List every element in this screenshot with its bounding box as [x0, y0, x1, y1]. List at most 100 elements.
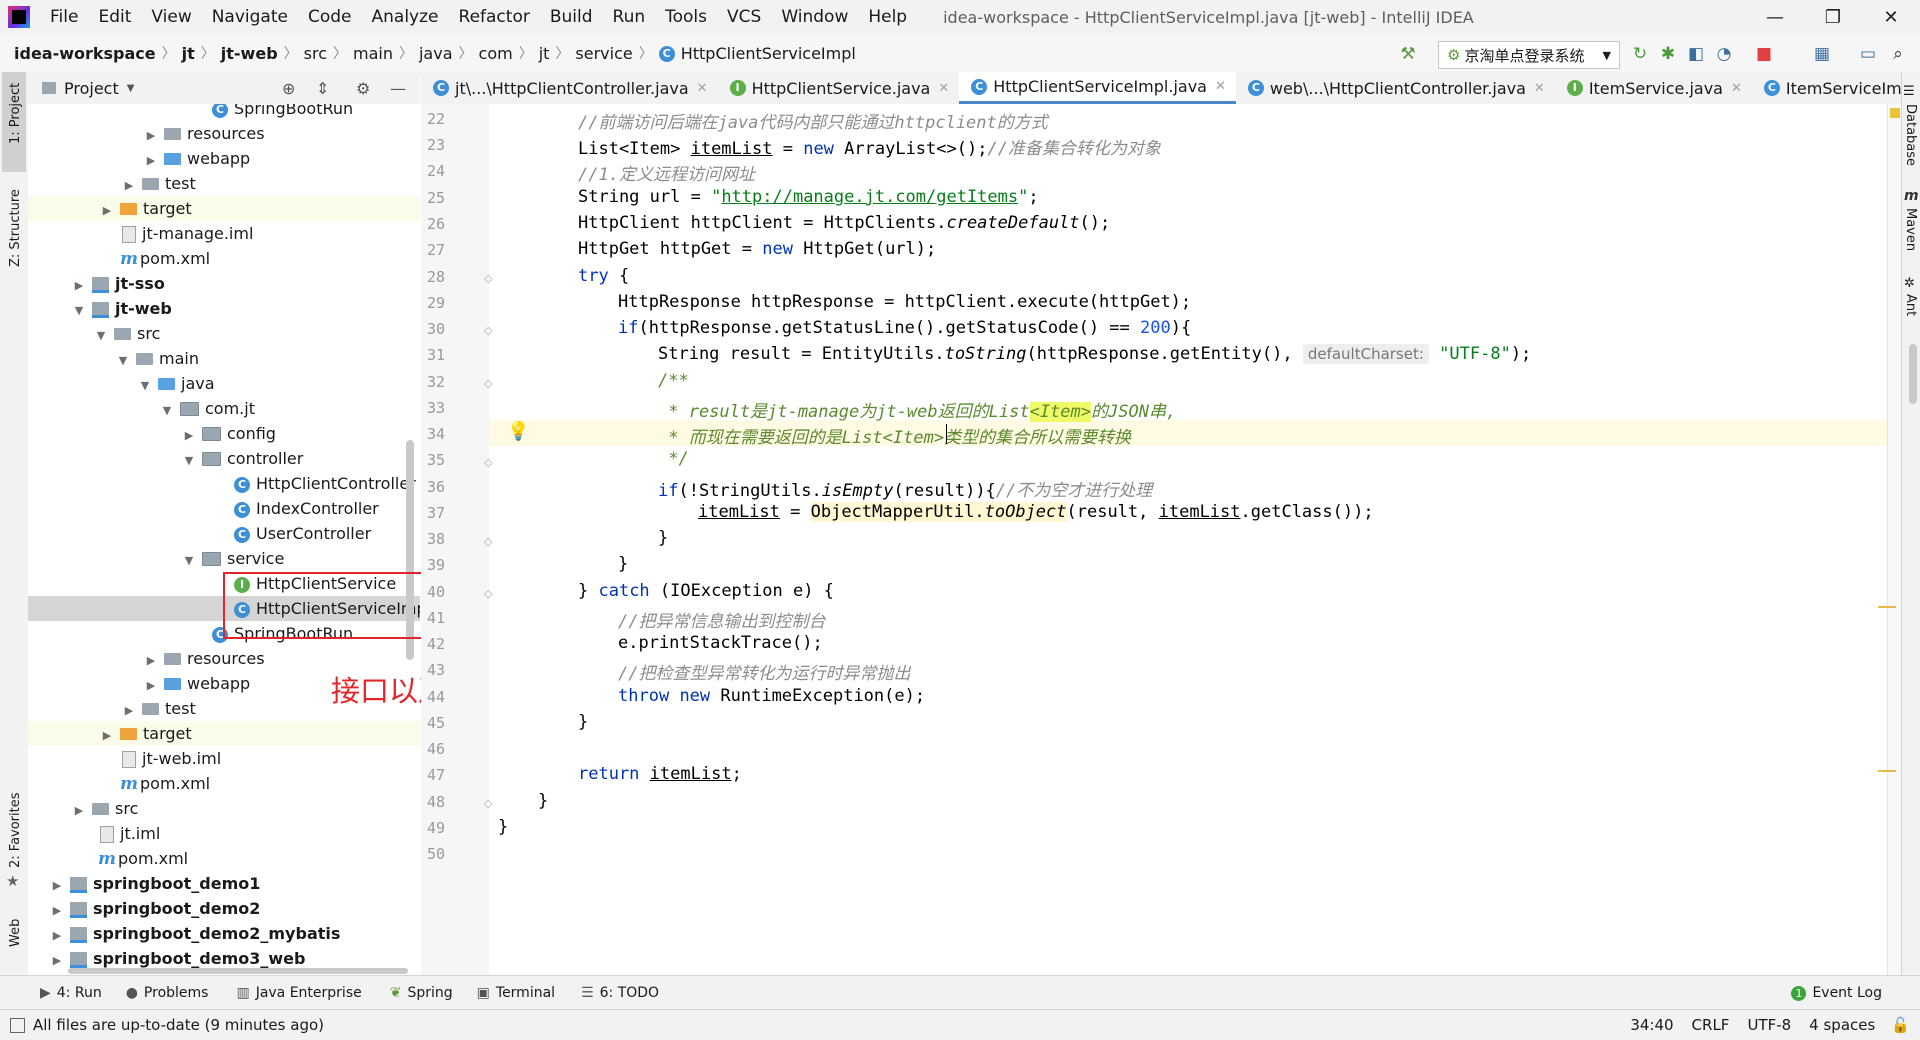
tree-item[interactable]: ▼ main: [28, 346, 420, 371]
spring-tool-button[interactable]: ❦ Spring: [390, 985, 453, 1001]
indent-setting[interactable]: 4 spaces: [1809, 1016, 1875, 1034]
dropdown-arrow-icon[interactable]: ▼: [127, 83, 135, 94]
problems-tool-button[interactable]: ● Problems: [126, 985, 209, 1001]
collapse-arrow-icon[interactable]: ▼: [182, 448, 196, 473]
expand-arrow-icon[interactable]: ▶: [122, 173, 136, 198]
breadcrumb-com[interactable]: com: [473, 44, 519, 63]
lightbulb-icon[interactable]: 💡: [507, 421, 529, 442]
menu-help[interactable]: Help: [858, 7, 917, 27]
fold-marker-icon[interactable]: ◇: [484, 272, 492, 285]
tree-item[interactable]: ▶ webapp: [28, 146, 420, 171]
close-tab-icon[interactable]: ✕: [1534, 81, 1545, 96]
expand-arrow-icon[interactable]: ▶: [144, 648, 158, 673]
structure-tool-button[interactable]: Z: Structure: [8, 189, 23, 267]
collapse-arrow-icon[interactable]: ▼: [116, 348, 130, 373]
warning-marker[interactable]: [1878, 770, 1896, 772]
breadcrumb-src[interactable]: src: [298, 44, 333, 63]
toggle-tool-windows-icon[interactable]: [10, 1017, 25, 1033]
tree-item[interactable]: ▼ controller: [28, 446, 420, 471]
tree-item[interactable]: ▼ jt-web: [28, 296, 420, 321]
collapse-arrow-icon[interactable]: ▼: [72, 298, 86, 323]
menu-run[interactable]: Run: [603, 7, 656, 27]
ant-tool-button[interactable]: Ant: [1903, 294, 1918, 316]
project-view-select[interactable]: Project: [64, 79, 119, 98]
expand-arrow-icon[interactable]: ▶: [144, 673, 158, 698]
fold-marker-icon[interactable]: ◇: [484, 456, 492, 469]
breadcrumb-java[interactable]: java: [413, 44, 459, 63]
tree-item[interactable]: ▶ target: [28, 721, 420, 746]
tree-item[interactable]: ▶ springboot_demo2_mybatis: [28, 921, 420, 946]
tree-item[interactable]: C IndexController: [28, 496, 420, 521]
tree-item[interactable]: m pom.xml: [28, 246, 420, 271]
maven-tool-button[interactable]: Maven: [1903, 208, 1918, 251]
close-tab-icon[interactable]: ✕: [697, 81, 708, 96]
expand-arrow-icon[interactable]: ▶: [144, 148, 158, 173]
build-hammer-icon[interactable]: ⚒: [1398, 44, 1418, 64]
expand-arrow-icon[interactable]: ▶: [182, 423, 196, 448]
menu-file[interactable]: File: [40, 7, 88, 27]
tree-item[interactable]: ▶ src: [28, 796, 420, 821]
collapse-arrow-icon[interactable]: ▼: [182, 548, 196, 573]
close-tab-icon[interactable]: ✕: [1215, 79, 1226, 94]
breadcrumb-class[interactable]: C HttpClientServiceImpl: [653, 44, 862, 63]
tree-item[interactable]: ▶ resources: [28, 121, 420, 146]
collapse-arrow-icon[interactable]: ▼: [138, 373, 152, 398]
expand-arrow-icon[interactable]: ▶: [50, 873, 64, 898]
tree-item[interactable]: ▶ springboot_demo2: [28, 896, 420, 921]
right-strip-scrollbar[interactable]: [1909, 344, 1917, 404]
warning-marker[interactable]: [1878, 606, 1896, 608]
tree-item[interactable]: ▼ com.jt: [28, 396, 420, 421]
editor-vertical-scrollbar[interactable]: [1878, 104, 1902, 975]
expand-arrow-icon[interactable]: ▶: [100, 723, 114, 748]
menu-refactor[interactable]: Refactor: [449, 7, 540, 27]
breadcrumb-main[interactable]: main: [347, 44, 399, 63]
tab-jt-httpclientcontroller[interactable]: Cjt\...\HttpClientController.java ✕: [421, 72, 718, 104]
terminal-tool-button[interactable]: ▣ Terminal: [477, 985, 555, 1001]
close-icon[interactable]: ✕: [1862, 0, 1920, 34]
expand-arrow-icon[interactable]: ▶: [50, 948, 64, 973]
hide-panel-icon[interactable]: —: [390, 79, 406, 98]
fold-marker-icon[interactable]: ◇: [484, 377, 492, 390]
menu-view[interactable]: View: [141, 7, 201, 27]
favorites-tool-button[interactable]: 2: Favorites: [8, 792, 23, 868]
lock-icon[interactable]: 🔓: [1891, 1016, 1910, 1034]
tree-item[interactable]: jt-web.iml: [28, 746, 420, 771]
menu-edit[interactable]: Edit: [88, 7, 141, 27]
menu-analyze[interactable]: Analyze: [362, 7, 449, 27]
url-link[interactable]: http://manage.jt.com/getItems: [721, 187, 1018, 207]
close-tab-icon[interactable]: ✕: [938, 81, 949, 96]
expand-arrow-icon[interactable]: ▶: [100, 198, 114, 223]
tab-itemserviceimpl[interactable]: CItemServiceImpl.java✕: [1752, 72, 1920, 104]
fold-marker-icon[interactable]: ◇: [484, 587, 492, 600]
menu-build[interactable]: Build: [540, 7, 603, 27]
expand-arrow-icon[interactable]: ▶: [72, 273, 86, 298]
line-separator[interactable]: CRLF: [1692, 1016, 1730, 1034]
stop-icon[interactable]: ■: [1754, 44, 1774, 64]
breadcrumb-jt[interactable]: jt: [176, 44, 201, 63]
run-configuration-select[interactable]: ⚙ 京淘单点登录系统 ▼: [1438, 41, 1620, 69]
web-tool-button[interactable]: Web: [8, 919, 23, 947]
menu-vcs[interactable]: VCS: [717, 7, 771, 27]
expand-arrow-icon[interactable]: ▶: [50, 898, 64, 923]
tree-horizontal-scrollbar[interactable]: [68, 968, 408, 974]
expand-arrow-icon[interactable]: ▶: [122, 698, 136, 723]
debug-bug-icon[interactable]: ✱: [1658, 44, 1678, 64]
tree-item[interactable]: ▶ jt-sso: [28, 271, 420, 296]
status-message[interactable]: All files are up-to-date (9 minutes ago): [33, 1016, 324, 1034]
tree-item[interactable]: C HttpClientController: [28, 471, 420, 496]
tree-item[interactable]: ▼ service: [28, 546, 420, 571]
tree-item[interactable]: C SpringBootRun: [28, 104, 420, 121]
project-structure-icon[interactable]: ▦: [1812, 44, 1832, 64]
expand-arrow-icon[interactable]: ▶: [72, 798, 86, 823]
tab-httpclientserviceimpl[interactable]: C HttpClientServiceImpl.java ✕: [959, 72, 1236, 104]
project-tool-window-button[interactable]: 1: Project: [2, 72, 26, 172]
breadcrumb-jt-package[interactable]: jt: [533, 44, 556, 63]
run-tool-button[interactable]: ▶ 4: Run: [40, 985, 102, 1001]
fold-marker-icon[interactable]: ◇: [484, 535, 492, 548]
tab-httpclientservice[interactable]: I HttpClientService.java ✕: [718, 72, 960, 104]
close-tab-icon[interactable]: ✕: [1731, 81, 1742, 96]
minimize-icon[interactable]: —: [1746, 0, 1804, 34]
search-icon[interactable]: ⌕: [1888, 44, 1908, 64]
java-enterprise-tool-button[interactable]: ▥ Java Enterprise: [236, 985, 361, 1001]
tree-item[interactable]: C UserController: [28, 521, 420, 546]
